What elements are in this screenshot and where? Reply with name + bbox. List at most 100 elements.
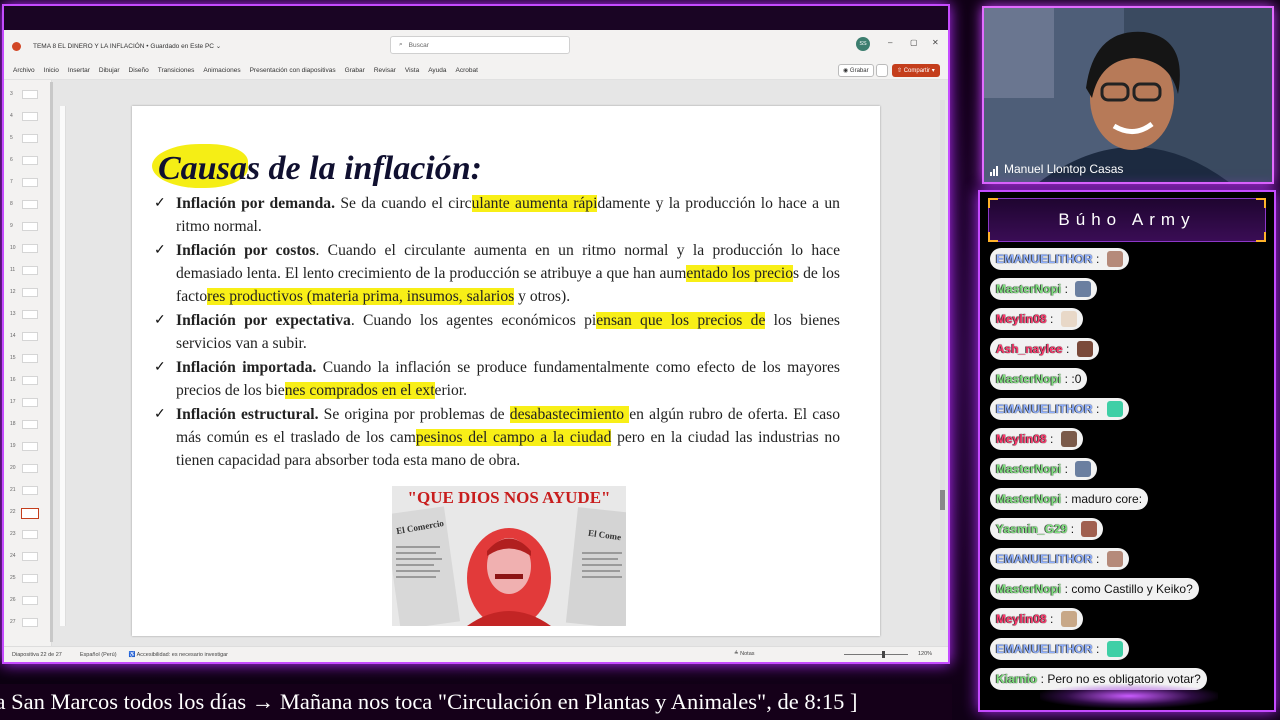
slide-thumbnail[interactable] (22, 90, 38, 99)
tab-insertar[interactable]: Insertar (68, 67, 90, 74)
slide-thumbnail[interactable] (22, 420, 38, 429)
share-button[interactable]: ⇧ Compartir ▾ (892, 64, 940, 77)
slide-scrollbar[interactable] (940, 100, 945, 630)
chat-username[interactable]: EMANUELITHOR (996, 402, 1093, 416)
chat-message[interactable]: MasterNopi : como Castillo y Keiko? (990, 578, 1199, 600)
header-corner (988, 198, 998, 208)
chat-username[interactable]: EMANUELITHOR (996, 642, 1093, 656)
chat-message[interactable]: Meylin08 : (990, 308, 1083, 330)
slide-thumbnail[interactable] (22, 332, 38, 341)
chat-message[interactable]: EMANUELITHOR : (990, 248, 1129, 270)
slide-thumbnail-pane[interactable]: 3 4 5 6 7 8 9 10 11 12 13 14 15 16 17 18 19 20 21 22 23 24 25 2… (4, 80, 52, 646)
tab-inicio[interactable]: Inicio (44, 67, 59, 74)
tab-ayuda[interactable]: Ayuda (428, 67, 446, 74)
chat-message[interactable]: EMANUELITHOR : (990, 638, 1129, 660)
avatar[interactable]: SS (856, 37, 870, 51)
chat-username[interactable]: Meylin08 (996, 432, 1047, 446)
bullet-demanda[interactable]: ✓ Inflación por demanda. Se da cuando el… (154, 192, 840, 238)
slide-thumbnail[interactable] (22, 156, 38, 165)
chat-username[interactable]: EMANUELITHOR (996, 252, 1093, 266)
chat-username[interactable]: MasterNopi (996, 462, 1061, 476)
zoom-slider-knob[interactable] (882, 651, 885, 658)
chat-message[interactable]: MasterNopi : :0 (990, 368, 1088, 390)
tab-vista[interactable]: Vista (405, 67, 419, 74)
tab-transiciones[interactable]: Transiciones (158, 67, 195, 74)
slide-thumbnail[interactable] (22, 310, 38, 319)
maximize-button[interactable]: ▢ (910, 38, 918, 47)
chat-message[interactable]: MasterNopi : (990, 278, 1098, 300)
slide-thumbnail[interactable] (22, 442, 38, 451)
tab-diseno[interactable]: Diseño (129, 67, 149, 74)
zoom-level[interactable]: 120% (918, 651, 932, 657)
record-button[interactable]: ◉ Grabar (838, 64, 874, 77)
language-indicator[interactable]: Español (Perú) (80, 652, 117, 658)
slide-thumbnail[interactable] (22, 244, 38, 253)
bullet-estructural[interactable]: ✓ Inflación estructural. Se origina por … (154, 403, 840, 472)
close-button[interactable]: ✕ (932, 38, 939, 47)
slide-thumbnail[interactable] (22, 266, 38, 275)
notes-button[interactable]: ≜ Notas (734, 651, 755, 657)
chat-message[interactable]: Yasmin_G29 : (990, 518, 1104, 540)
thumbnail-scrollbar[interactable] (50, 82, 53, 642)
chat-message[interactable]: EMANUELITHOR : (990, 548, 1129, 570)
chat-username[interactable]: MasterNopi (996, 492, 1061, 506)
slide-thumbnail[interactable] (22, 398, 38, 407)
tab-acrobat[interactable]: Acrobat (456, 67, 478, 74)
slide-thumbnail[interactable] (22, 596, 38, 605)
chat-message[interactable]: EMANUELITHOR : (990, 398, 1129, 420)
tab-revisar[interactable]: Revisar (374, 67, 396, 74)
bullet-costos[interactable]: ✓ Inflación por costos. Cuando el circul… (154, 239, 840, 308)
slide-thumbnail[interactable] (22, 376, 38, 385)
slide-thumbnail[interactable] (22, 552, 38, 561)
tab-animaciones[interactable]: Animaciones (203, 67, 240, 74)
chat-username[interactable]: MasterNopi (996, 282, 1061, 296)
chat-message[interactable]: Meylin08 : (990, 428, 1083, 450)
slide-thumbnail[interactable] (22, 574, 38, 583)
slide-thumbnail[interactable] (22, 618, 38, 627)
search-input[interactable]: ⌕ Buscar (390, 36, 570, 54)
slide-thumbnail[interactable] (22, 178, 38, 187)
chat-separator: : (1061, 582, 1072, 596)
selected-slide-thumbnail[interactable] (21, 508, 39, 519)
comment-icon[interactable] (876, 64, 888, 77)
slide-canvas[interactable]: Causas de la inflación: ✓ Inflación por … (132, 106, 880, 636)
chat-username[interactable]: Kiarnio (996, 672, 1037, 686)
document-title[interactable]: TEMA 8 EL DINERO Y LA INFLACIÓN • Guarda… (33, 42, 221, 50)
chat-username[interactable]: EMANUELITHOR (996, 552, 1093, 566)
slide-thumbnail[interactable] (22, 222, 38, 231)
chat-username[interactable]: Yasmin_G29 (996, 522, 1067, 536)
slide-title[interactable]: Causas de la inflación: (158, 150, 482, 188)
slide-thumbnail[interactable] (22, 288, 38, 297)
thumbnail-number: 21 (10, 487, 16, 493)
slide-thumbnail[interactable] (22, 134, 38, 143)
powerpoint-logo-icon[interactable] (12, 41, 21, 51)
chat-username[interactable]: Ash_naylee (996, 342, 1063, 356)
chat-username[interactable]: MasterNopi (996, 372, 1061, 386)
tab-dibujar[interactable]: Dibujar (99, 67, 120, 74)
bullet-expectativa[interactable]: ✓ Inflación por expectativa. Cuando los … (154, 309, 840, 355)
slide-scrollbar-thumb[interactable] (940, 490, 945, 510)
slide-thumbnail[interactable] (22, 486, 38, 495)
slide-thumbnail[interactable] (22, 464, 38, 473)
minimize-button[interactable]: – (888, 38, 892, 47)
chat-separator: : (1061, 462, 1072, 476)
chat-message[interactable]: Ash_naylee : (990, 338, 1099, 360)
zoom-slider[interactable] (844, 654, 908, 655)
chat-message[interactable]: Meylin08 : (990, 608, 1083, 630)
accessibility-indicator[interactable]: ♿ Accesibilidad: es necesario investigar (129, 652, 228, 658)
chat-username[interactable]: MasterNopi (996, 582, 1061, 596)
slide-thumbnail[interactable] (22, 354, 38, 363)
slide-thumbnail[interactable] (22, 200, 38, 209)
chat-message[interactable]: MasterNopi : (990, 458, 1098, 480)
newspaper-image[interactable]: "QUE DIOS NOS AYUDE" El Comercio El Come (392, 486, 626, 626)
chat-separator: : (1046, 612, 1057, 626)
slide-thumbnail[interactable] (22, 112, 38, 121)
slide-thumbnail[interactable] (22, 530, 38, 539)
bullet-importada[interactable]: ✓ Inflación importada. Cuando la inflaci… (154, 356, 840, 402)
chat-username[interactable]: Meylin08 (996, 312, 1047, 326)
tab-presentacion[interactable]: Presentación con diapositivas (250, 67, 336, 74)
chat-username[interactable]: Meylin08 (996, 612, 1047, 626)
tab-archivo[interactable]: Archivo (13, 67, 35, 74)
tab-grabar[interactable]: Grabar (345, 67, 365, 74)
chat-message[interactable]: MasterNopi : maduro core: (990, 488, 1149, 510)
